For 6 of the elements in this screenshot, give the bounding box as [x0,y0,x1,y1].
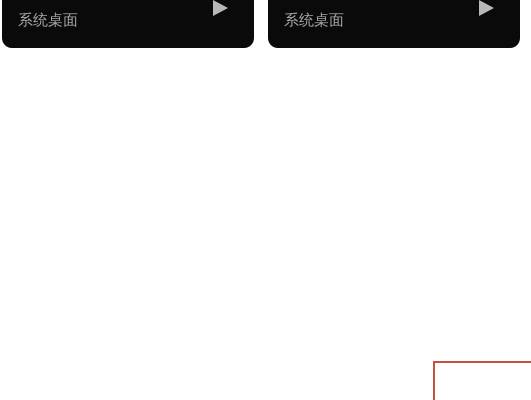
source-label: 系统桌面 [284,11,344,29]
source-label: 系统桌面 [18,11,78,29]
recording-card[interactable]: 系统桌面 [2,0,254,48]
recording-card[interactable]: 系统桌面 [268,0,520,48]
play-icon[interactable] [479,0,494,16]
play-icon[interactable] [213,0,228,16]
